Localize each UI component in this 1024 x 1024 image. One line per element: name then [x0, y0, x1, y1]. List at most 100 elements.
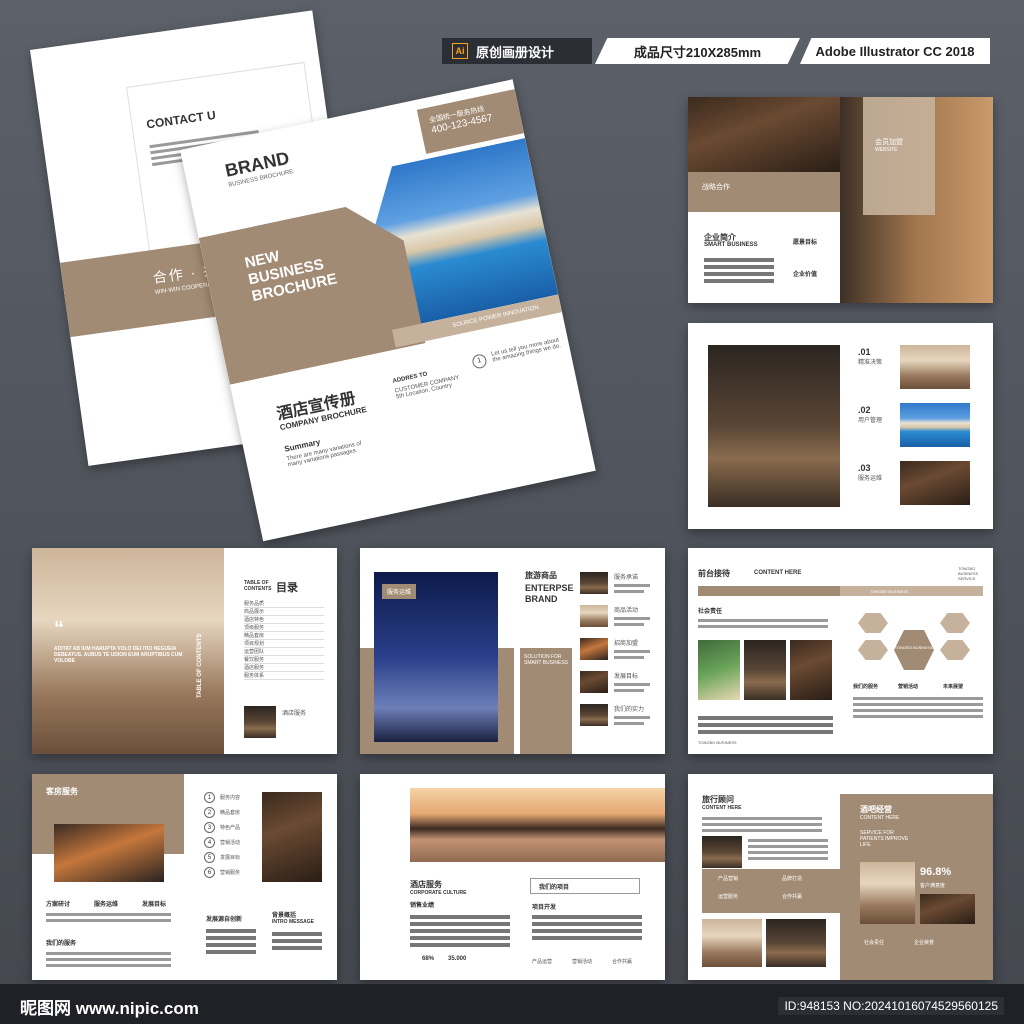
spread7-stat1: 68%	[422, 956, 435, 962]
photo-label: 服务运维	[382, 584, 417, 599]
project-box-label: 我们的项目	[539, 885, 570, 891]
toc-item: 酒店特色	[244, 616, 324, 624]
toc-item: 服务体系	[244, 672, 324, 680]
center-hexagon: TONGBO BUSINESS	[894, 630, 934, 670]
spread6-step: 2 精品套房	[204, 807, 262, 818]
watermark-footer: 昵图网 www.nipic.com ID:948153 NO:202410160…	[0, 984, 1024, 1024]
spread4-items: 服务承诺 商品活动 招商加盟 发展目标 我们的实力	[580, 572, 655, 737]
spread1-tan-band: 战略合作	[688, 172, 840, 212]
spread4-item-label: 商品活动	[614, 608, 639, 614]
tagline: Let us tell you more about the amazing t…	[490, 337, 562, 364]
size-tag: 成品尺寸210X285mm	[595, 38, 800, 64]
step-label: 服务内容	[220, 795, 241, 801]
bar-photo	[790, 640, 832, 700]
spread1-sub3: 企业价值	[793, 272, 818, 278]
toc-item-label: 运营团队	[244, 649, 265, 655]
gym-photo	[54, 824, 164, 882]
center-hexagon-text: TONGBO BUSINESS	[894, 645, 934, 650]
spread6-step: 1 服务内容	[204, 792, 262, 803]
solution-box: SOLUTION FOR SMART BUSINESS	[520, 648, 572, 754]
spread4-item: 我们的实力	[580, 704, 655, 728]
pool-photo	[900, 403, 970, 447]
front-cover: BRAND BUSINESS BROCHURE NEW BUSINESS BRO…	[180, 79, 596, 542]
spread6-icon1-label: 方案研讨	[46, 902, 71, 908]
bar-lounge-photo	[860, 862, 915, 924]
spread6-steps: 1 服务内容 2 精品套房 3 特色产品 4 营销活动 5 发展目标 6 营销服务	[204, 792, 262, 882]
nipic-logo: 昵图网 www.nipic.com	[20, 999, 199, 1018]
vertical-toc-title: TABLE OF CONTENTS	[197, 633, 203, 698]
item3-label: 服务运维	[858, 476, 883, 482]
spread1-sub1-en: SMART BUSINESS	[704, 242, 758, 248]
step-circle: 1	[471, 353, 488, 370]
spread8-title: 旅行顾问	[702, 795, 734, 804]
spread-4: 服务运维 旅游商品 ENTERPSE BRAND SOLUTION FOR SM…	[360, 548, 665, 754]
spread1-sub2: 愿景目标	[793, 240, 818, 246]
spread8-item1: 产品营销	[718, 876, 739, 882]
spread4-item-photo	[580, 704, 608, 726]
spread8-service: SERVICE FOR PATIENTS IMPROVE LIFE	[860, 830, 909, 848]
spread-6: 客房服务 方案研讨 服务运维 发展目标 我们的服务 1 服务内容 2 精品套房 3 特色产…	[32, 774, 337, 980]
item2-num: .02	[858, 405, 871, 415]
spread4-item-label: 发展目标	[614, 674, 639, 680]
spread8-bottom1: 社会责任	[864, 940, 885, 946]
spread1-right-sub: WEBSITE	[875, 147, 898, 153]
software-tag: Adobe Illustrator CC 2018	[800, 38, 990, 64]
toc-list: 服务品质 商品展示 酒店特色 顶级服务 精品套房 项目规划 运营团队 餐饮服务 酒店服务 服务体系	[244, 600, 324, 680]
advisor-photo-3	[766, 919, 826, 967]
spread8-right-sub: CONTENT HERE	[860, 815, 900, 821]
hexagon-3	[858, 640, 888, 660]
spread8-item3: 运营服务	[718, 894, 739, 900]
illustrator-icon: Ai	[452, 43, 468, 59]
item1-label: 精准决策	[858, 360, 883, 366]
toc-item-label: 酒店服务	[244, 665, 265, 671]
spread6-icon3-label: 发展目标	[142, 902, 167, 908]
spread8-item2: 品牌打造	[782, 876, 803, 882]
bar-photo-2	[920, 894, 975, 924]
spread4-item: 发展目标	[580, 671, 655, 695]
spread7-right-label: 项目开发	[532, 905, 557, 911]
spread6-intro: 背景概括	[272, 913, 297, 919]
hexagon-4	[940, 640, 970, 660]
item3-num: .03	[858, 463, 871, 473]
toc-item: 精品套房	[244, 632, 324, 640]
spread7-icon3: 合作共赢	[612, 959, 633, 965]
hexagon-1	[858, 613, 888, 633]
spread6-col2-title: 发展源自创新	[206, 917, 243, 923]
lobby-sculpture-photo	[262, 792, 322, 882]
toc-item: 项目规划	[244, 640, 324, 648]
toc-cn: 目录	[276, 582, 298, 594]
spread5-sub: CONTENT HERE	[754, 570, 802, 576]
toc-item-label: 项目规划	[244, 641, 265, 647]
staff-photo	[900, 461, 970, 505]
spread8-right-title: 酒吧经营	[860, 805, 892, 814]
spread-5: 前台接待 CONTENT HERE TONGBO BUSINESS SERVIC…	[688, 548, 993, 754]
spread5-bar-right: TONGBO BUSINESS	[840, 586, 983, 596]
spread7-stat2: 35.000	[448, 956, 467, 962]
spread7-icon2: 营销活动	[572, 959, 593, 965]
spread6-step: 6 营销服务	[204, 867, 262, 878]
step-label: 精品套房	[220, 810, 241, 816]
step-number: 6	[204, 867, 215, 878]
toc-item-label: 服务体系	[244, 673, 265, 679]
spread8-sub: CONTENT HERE	[702, 805, 742, 811]
spread-3: “ ADITAT AB IUM HARUPTA VOLO DEI ITIO NE…	[32, 548, 337, 754]
spread7-title: 酒店服务	[410, 880, 442, 889]
spread5-title: 前台接待	[698, 569, 730, 578]
spread4-item-photo	[580, 671, 608, 693]
solution-text: SOLUTION FOR SMART BUSINESS	[524, 654, 568, 666]
spread4-item-photo	[580, 572, 608, 594]
image-id: ID:948153 NO:20241016074529560125	[778, 997, 1004, 1015]
spread4-item-label: 招商加盟	[614, 641, 639, 647]
toc-item-label: 酒店特色	[244, 617, 265, 623]
door-photo	[688, 97, 840, 172]
step-label: 营销服务	[220, 870, 241, 876]
spread6-step: 5 发展目标	[204, 852, 262, 863]
toc-item: 商品展示	[244, 608, 324, 616]
project-box: 我们的项目	[530, 878, 640, 894]
step-label: 特色产品	[220, 825, 241, 831]
toc-item: 酒店服务	[244, 664, 324, 672]
spread7-label: 销售业绩	[410, 903, 435, 909]
contact-title: CONTACT U	[145, 107, 217, 132]
lobby-photo	[900, 345, 970, 389]
item1-num: .01	[858, 347, 871, 357]
